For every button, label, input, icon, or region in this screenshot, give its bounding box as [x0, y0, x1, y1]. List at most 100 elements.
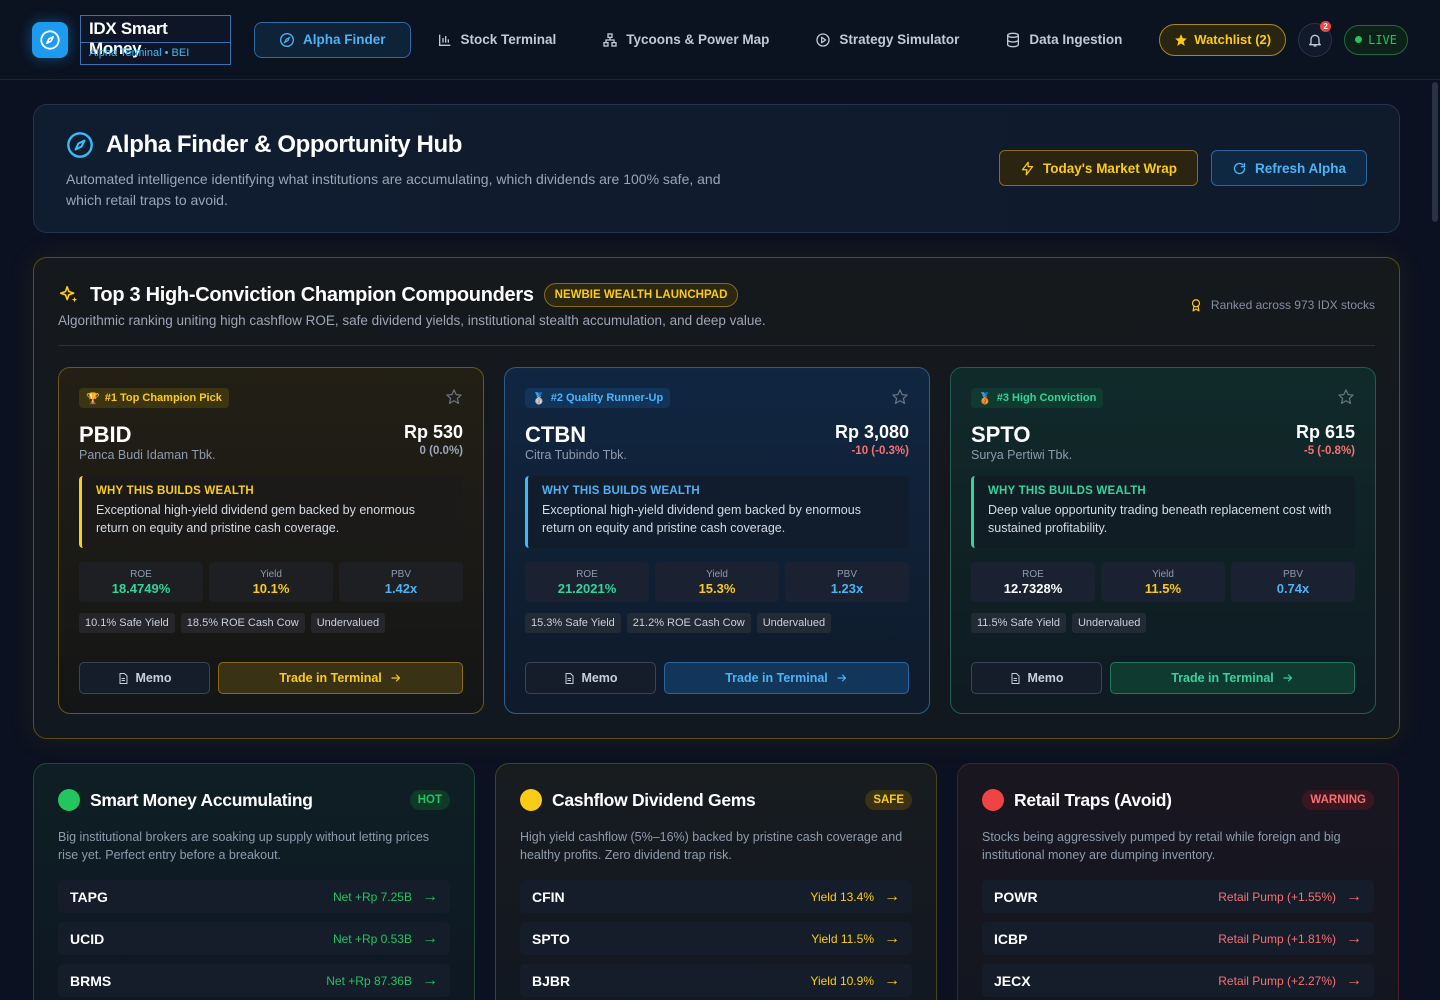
panel-description: Big institutional brokers are soaking up…: [58, 830, 430, 862]
metric-label: PBV: [1282, 569, 1303, 580]
why-label: WHY THIS BUILDS WEALTH: [542, 485, 700, 497]
row-value: Yield 10.9%: [810, 973, 874, 988]
list-item[interactable]: POWR Retail Pump (+1.55%) →: [982, 880, 1374, 913]
memo-button[interactable]: Memo: [971, 662, 1102, 694]
metric-value: 18.4749%: [111, 581, 171, 596]
champion-card-1[interactable]: 🏆 #1 Top Champion Pick PBID Panca Budi I…: [58, 367, 484, 714]
tag: Undervalued: [310, 613, 386, 633]
main-nav: Alpha Finder Stock Terminal Tycoons & Po…: [254, 21, 1142, 58]
document-icon: [119, 672, 128, 684]
tags: 15.3% Safe Yield 21.2% ROE Cash Cow Unde…: [525, 613, 832, 633]
nav-strategy-simulator-label: Strategy Simulator: [839, 32, 960, 47]
metric-value: 0.74x: [1276, 581, 1310, 596]
why-text: Deep value opportunity trading beneath r…: [988, 503, 1332, 535]
memo-button[interactable]: Memo: [525, 662, 656, 694]
memo-label: Memo: [581, 671, 618, 685]
metric-value: 15.3%: [698, 581, 736, 596]
divider: [58, 345, 1375, 346]
ticker: CTBN: [525, 422, 587, 447]
metric-yield: Yield 10.1%: [209, 562, 333, 602]
metric-label: PBV: [390, 569, 411, 580]
panel-title: Retail Traps (Avoid): [1014, 789, 1172, 810]
arrow-right-icon: →: [884, 929, 900, 947]
list-item[interactable]: UCID Net +Rp 0.53B →: [58, 922, 450, 955]
memo-button[interactable]: Memo: [79, 662, 210, 694]
trophy-icon: 🏆: [86, 392, 100, 405]
yellow-circle-icon: [520, 789, 542, 811]
retail-traps-panel: Retail Traps (Avoid) WARNING Stocks bein…: [957, 763, 1399, 1000]
nav-data-ingestion[interactable]: Data Ingestion: [985, 22, 1142, 58]
medal-icon: 🥉: [978, 392, 992, 405]
list-item[interactable]: SPTO Yield 11.5% →: [520, 922, 912, 955]
champion-card-3[interactable]: 🥉 #3 High Conviction SPTO Surya Pertiwi …: [950, 367, 1376, 714]
metric-label: ROE: [1022, 569, 1044, 580]
list-item[interactable]: TAPG Net +Rp 7.25B →: [58, 880, 450, 913]
metric-value: 10.1%: [252, 581, 290, 596]
smart-money-panel: Smart Money Accumulating HOT Big institu…: [33, 763, 475, 1000]
card-actions: Memo Trade in Terminal: [525, 662, 909, 694]
panel-list: CFIN Yield 13.4% → SPTO Yield 11.5% → BJBR Yi…: [520, 880, 912, 997]
notifications-button[interactable]: 2: [1298, 20, 1333, 57]
market-wrap-button[interactable]: Today's Market Wrap: [998, 150, 1198, 186]
live-label: LIVE: [1368, 32, 1397, 47]
nav-strategy-simulator[interactable]: Strategy Simulator: [795, 22, 979, 58]
brand: IDX Smart Money Alpha Terminal • BEI: [80, 14, 231, 65]
metric-label: ROE: [130, 569, 152, 580]
star-icon[interactable]: [891, 388, 909, 406]
list-item[interactable]: JECX Retail Pump (+2.27%) →: [982, 964, 1374, 997]
panel-list: TAPG Net +Rp 7.25B → UCID Net +Rp 0.53B → BR…: [58, 880, 450, 997]
trade-in-terminal-button[interactable]: Trade in Terminal: [664, 662, 909, 694]
metric-label: Yield: [706, 569, 728, 580]
champions-section: Top 3 High-Conviction Champion Compounde…: [33, 257, 1400, 739]
bell-icon: [1309, 34, 1322, 47]
brand-title: IDX Smart Money: [80, 14, 231, 58]
card-actions: Memo Trade in Terminal: [971, 662, 1355, 694]
nav-stock-terminal[interactable]: Stock Terminal: [417, 22, 577, 58]
refresh-alpha-button[interactable]: Refresh Alpha: [1210, 150, 1367, 186]
why-text: Exceptional high-yield dividend gem back…: [96, 503, 415, 535]
panel-title: Cashflow Dividend Gems: [552, 789, 756, 810]
why-text: Exceptional high-yield dividend gem back…: [542, 503, 861, 535]
metric-pbv: PBV 1.42x: [339, 562, 463, 602]
why-label: WHY THIS BUILDS WEALTH: [96, 485, 254, 497]
trade-in-terminal-button[interactable]: Trade in Terminal: [1110, 662, 1355, 694]
warning-badge: WARNING: [1302, 790, 1374, 810]
hot-badge: HOT: [409, 790, 450, 810]
price-change: -10 (-0.3%): [851, 445, 909, 457]
metric-label: Yield: [260, 569, 282, 580]
memo-label: Memo: [135, 671, 172, 685]
app-logo[interactable]: [32, 21, 68, 58]
why-box: WHY THIS BUILDS WEALTH Deep value opport…: [971, 476, 1355, 548]
champion-card-2[interactable]: 🥈 #2 Quality Runner-Up CTBN Citra Tubind…: [504, 367, 930, 714]
metric-roe: ROE 21.2021%: [525, 562, 649, 602]
scrollbar-thumb[interactable]: [1432, 82, 1438, 222]
star-icon[interactable]: [1337, 388, 1355, 406]
metric-label: Yield: [1152, 569, 1174, 580]
page-title-text: Alpha Finder & Opportunity Hub: [106, 131, 462, 158]
rank-badge: 🥉 #3 High Conviction: [971, 388, 1104, 408]
row-ticker: TAPG: [70, 888, 108, 905]
metric-pbv: PBV 1.23x: [785, 562, 909, 602]
nav-alpha-finder[interactable]: Alpha Finder: [254, 21, 411, 58]
list-item[interactable]: BJBR Yield 10.9% →: [520, 964, 912, 997]
arrow-right-icon: [391, 674, 400, 682]
panel-title: Smart Money Accumulating: [90, 789, 313, 810]
list-item[interactable]: ICBP Retail Pump (+1.81%) →: [982, 922, 1374, 955]
green-circle-icon: [58, 789, 80, 811]
refresh-alpha-label: Refresh Alpha: [1254, 160, 1346, 176]
compass-icon: [40, 29, 60, 50]
list-item[interactable]: CFIN Yield 13.4% →: [520, 880, 912, 913]
arrow-right-icon: →: [422, 929, 438, 947]
chart-icon: [438, 34, 450, 46]
trade-in-terminal-button[interactable]: Trade in Terminal: [218, 662, 463, 694]
nav-tycoons-power-map[interactable]: Tycoons & Power Map: [582, 22, 789, 58]
arrow-right-icon: →: [1346, 929, 1362, 947]
star-icon[interactable]: [445, 388, 463, 406]
list-item[interactable]: BRMS Net +Rp 87.36B →: [58, 964, 450, 997]
rank-label: #1 Top Champion Pick: [104, 392, 222, 404]
watchlist-button[interactable]: Watchlist (2): [1159, 23, 1287, 56]
arrow-right-icon: →: [422, 971, 438, 989]
bolt-icon: [1021, 161, 1034, 175]
refresh-icon: [1233, 162, 1246, 174]
metric-value: 11.5%: [1144, 581, 1182, 596]
